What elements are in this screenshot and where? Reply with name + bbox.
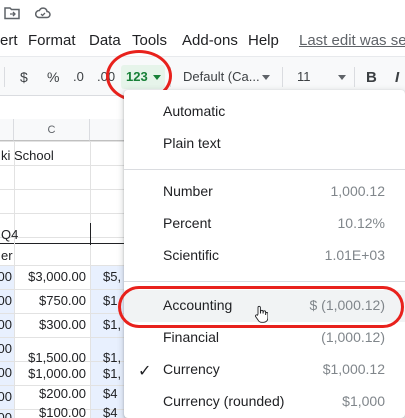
bold-button[interactable]: B — [366, 69, 377, 86]
cell-row-label: er — [1, 248, 13, 263]
menu-item-automatic[interactable]: Automatic — [124, 96, 405, 128]
row-divider — [0, 265, 130, 266]
cell-value: $1, — [103, 366, 122, 381]
cell-value: $200.00 — [39, 386, 86, 401]
row-divider — [0, 141, 130, 142]
cell-value: $4 — [103, 405, 118, 418]
cell-value: 00 — [0, 365, 12, 380]
cell-value: 00 — [0, 341, 12, 356]
cell-value: $3,000.00 — [28, 269, 86, 284]
font-family-select[interactable]: Default (Ca... — [183, 69, 260, 84]
cell-value: 00 — [0, 269, 12, 284]
cell-value: 00 — [0, 317, 12, 332]
cloud-saved-icon[interactable] — [35, 5, 51, 21]
chevron-down-icon — [262, 75, 270, 80]
menu-item-example: 1.01E+03 — [324, 247, 385, 263]
format-percent-button[interactable]: % — [47, 69, 59, 85]
column-header-c[interactable]: C — [14, 119, 90, 141]
row-divider — [0, 289, 130, 290]
column-header-b[interactable] — [0, 119, 14, 141]
menu-item-example: $ (1,000.12) — [309, 297, 386, 313]
increase-decimal-button[interactable]: .00 — [97, 69, 115, 84]
row-divider — [0, 337, 130, 338]
menu-item-example: (1,000.12) — [321, 329, 385, 345]
menu-item-label: Financial — [163, 329, 220, 345]
cell-quarter: Q4 — [1, 227, 19, 242]
menu-format[interactable]: Format — [28, 32, 76, 49]
row-divider — [0, 237, 130, 238]
menu-item-currency-rounded[interactable]: Currency (rounded) $1,000 — [124, 386, 405, 418]
menu-item-label: Accounting — [163, 297, 233, 313]
cell-value: 00 — [0, 410, 12, 418]
checkmark-icon: ✓ — [138, 363, 152, 380]
cell-value: 00 — [0, 389, 12, 404]
toolbar-divider — [170, 67, 171, 87]
more-formats-label: 123 — [126, 69, 148, 84]
menu-item-scientific[interactable]: Scientific 1.01E+03 — [124, 240, 405, 272]
menu-item-label: Currency (rounded) — [163, 393, 285, 409]
cell-value: $750.00 — [39, 293, 86, 308]
format-currency-button[interactable]: $ — [20, 69, 28, 85]
row-divider — [0, 313, 130, 314]
menu-item-example: $1,000 — [342, 393, 385, 409]
cell-value: $100.00 — [39, 405, 86, 418]
menu-item-label: Currency — [163, 361, 220, 377]
menu-data[interactable]: Data — [89, 32, 121, 49]
menu-addons[interactable]: Add-ons — [182, 32, 238, 49]
row-divider — [0, 165, 130, 166]
column-divider — [14, 141, 15, 418]
cell-value: $1,000.00 — [28, 366, 86, 381]
decrease-decimal-button[interactable]: .0 — [73, 69, 84, 84]
menu-item-plain-text[interactable]: Plain text — [124, 128, 405, 160]
menu-help[interactable]: Help — [248, 32, 279, 49]
menu-item-label: Number — [163, 183, 213, 199]
toolbar-divider — [354, 67, 355, 87]
cell-value: $5, — [103, 269, 122, 284]
menu-insert[interactable]: ert — [0, 32, 18, 49]
cell-value: $4 — [103, 386, 118, 401]
chevron-down-icon — [338, 75, 346, 80]
toolbar-divider — [282, 67, 283, 87]
menu-tools[interactable]: Tools — [132, 32, 167, 49]
cell-title: ki School — [1, 148, 54, 163]
cell-value: $1, — [103, 350, 122, 365]
hand-cursor-icon — [255, 305, 268, 323]
toolbar-divider — [4, 67, 5, 87]
cell-value: $1, — [103, 293, 122, 308]
cell-value: $1,500.00 — [28, 350, 86, 365]
move-to-folder-icon[interactable] — [4, 5, 20, 21]
menu-divider — [124, 169, 405, 170]
more-formats-button[interactable]: 123 — [121, 65, 165, 89]
menu-item-example: $1,000.12 — [322, 361, 385, 377]
menu-item-currency[interactable]: ✓ Currency $1,000.12 — [124, 354, 405, 386]
menu-item-label: Automatic — [163, 103, 226, 119]
column-divider — [90, 223, 91, 245]
menu-item-label: Plain text — [163, 135, 221, 151]
row-divider — [0, 189, 130, 190]
menu-item-label: Scientific — [163, 247, 220, 263]
column-divider — [90, 141, 91, 418]
menu-bar: ert Format Data Tools Add-ons Help Last … — [0, 28, 405, 56]
cell-value: $300.00 — [39, 317, 86, 332]
menu-item-percent[interactable]: Percent 10.12% — [124, 208, 405, 240]
font-size-select[interactable]: 11 — [297, 69, 311, 84]
cell-value: 00 — [0, 293, 12, 308]
chevron-down-icon — [153, 75, 161, 80]
cell-value: $1, — [103, 317, 122, 332]
menu-item-example: 10.12% — [337, 215, 385, 231]
italic-button[interactable]: I — [395, 69, 399, 86]
menu-item-financial[interactable]: Financial (1,000.12) — [124, 322, 405, 354]
title-icons-row — [0, 0, 405, 28]
menu-item-number[interactable]: Number 1,000.12 — [124, 176, 405, 208]
menu-item-label: Percent — [163, 215, 212, 231]
row-divider — [0, 213, 130, 214]
menu-item-example: 1,000.12 — [330, 183, 386, 199]
number-format-menu: Automatic Plain text Number 1,000.12 Per… — [124, 90, 405, 418]
row-divider — [0, 243, 130, 244]
last-edit-link[interactable]: Last edit was sec — [299, 32, 405, 49]
menu-divider — [124, 281, 405, 282]
